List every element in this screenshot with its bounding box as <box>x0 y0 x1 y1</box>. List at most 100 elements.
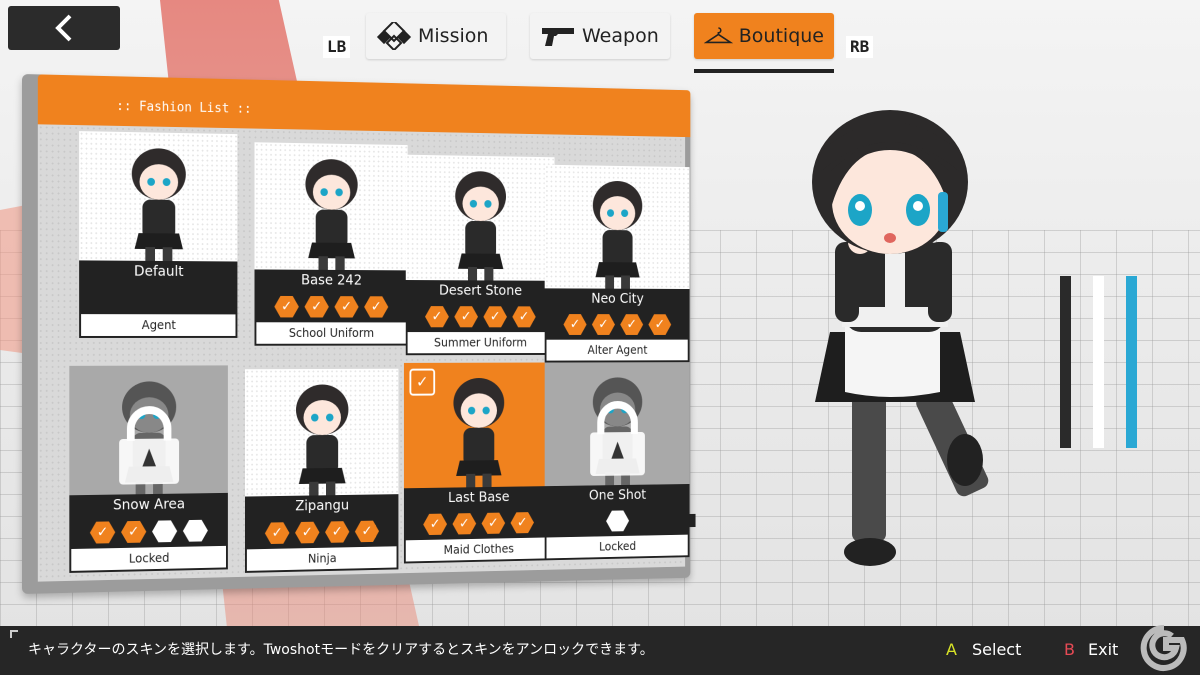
color-bar-blue <box>1126 276 1137 448</box>
fashion-name: Desert Stone <box>405 280 555 302</box>
fashion-card[interactable]: One Shot Locked <box>544 362 690 561</box>
tab-mission[interactable]: Mission <box>366 13 506 59</box>
b-button-icon: B <box>1064 640 1075 659</box>
fashion-card[interactable]: Default Agent <box>79 131 238 338</box>
tab-weapon[interactable]: Weapon <box>530 13 670 59</box>
rank-check-icon: ✓ <box>483 306 507 327</box>
rank-check-icon: ✓ <box>274 296 298 318</box>
fashion-portrait: ✓ <box>403 362 553 500</box>
panel-title: :: Fashion List :: <box>100 93 317 124</box>
fashion-type: Ninja <box>245 546 399 573</box>
rank-check-icon: ✓ <box>592 314 615 335</box>
fashion-card[interactable]: ✓ Last Base ✓ ✓ ✓ ✓ Maid Clothes <box>403 362 553 564</box>
fashion-name: Zipangu <box>245 494 399 519</box>
site-logo <box>1140 624 1187 671</box>
chibi-figure <box>296 384 349 508</box>
fashion-portrait <box>245 368 399 509</box>
color-bar-dark <box>1060 276 1071 448</box>
help-bar: キャラクターのスキンを選択します。Twoshotモードをクリアするとスキンをアン… <box>0 626 1200 675</box>
fashion-name: Last Base <box>403 486 553 510</box>
fashion-name: Snow Area <box>69 492 228 518</box>
rank-badges: ✓ ✓ ✓ ✓ <box>403 506 553 541</box>
exit-action[interactable]: Exit <box>1088 640 1118 659</box>
fashion-type: School Uniform <box>254 322 408 346</box>
scrollbar-thumb[interactable] <box>683 513 696 528</box>
rank-check-icon: ✓ <box>355 521 379 543</box>
fashion-list-panel: :: Fashion List :: DefaultAgent Base 242… <box>22 74 696 594</box>
fashion-type: Locked <box>69 545 228 573</box>
fashion-card[interactable]: Snow Area ✓ ✓ Locked <box>69 365 228 573</box>
fashion-name: Neo City <box>544 288 690 310</box>
rank-badges: ✓ ✓ ✓ ✓ <box>544 309 690 340</box>
rank-empty-icon <box>152 520 177 542</box>
fashion-card[interactable]: Base 242 ✓ ✓ ✓ ✓ School Uniform <box>254 142 408 346</box>
fashion-portrait <box>254 142 408 282</box>
back-button[interactable] <box>8 6 120 50</box>
equipped-check-icon: ✓ <box>409 368 436 396</box>
lock-icon <box>111 405 186 485</box>
rank-check-icon: ✓ <box>454 306 478 327</box>
character-preview <box>812 110 989 566</box>
rank-check-icon: ✓ <box>452 513 476 535</box>
fashion-name: Base 242 <box>254 269 408 292</box>
hanger-icon <box>704 27 733 44</box>
lb-bumper-hint: LB <box>323 36 351 58</box>
fashion-name: Default <box>79 260 238 284</box>
rank-check-icon: ✓ <box>334 296 358 317</box>
help-text: キャラクターのスキンを選択します。Twoshotモードをクリアするとスキンをアン… <box>28 642 654 658</box>
rank-check-icon: ✓ <box>482 513 506 534</box>
rank-check-icon: ✓ <box>425 306 449 327</box>
active-tab-indicator <box>694 69 834 73</box>
fashion-portrait <box>69 365 228 508</box>
select-action[interactable]: Select <box>972 640 1021 659</box>
rank-badges: ✓ ✓ <box>69 514 228 550</box>
fashion-card[interactable]: Desert Stone ✓ ✓ ✓ ✓ Summer Uniform <box>405 154 555 356</box>
tab-mission-label: Mission <box>418 25 489 47</box>
fashion-type: Alter Agent <box>544 339 690 363</box>
pistol-icon <box>542 28 574 46</box>
fashion-portrait <box>544 164 690 301</box>
rank-check-icon: ✓ <box>512 306 535 327</box>
fashion-card[interactable]: Neo City ✓ ✓ ✓ ✓ Alter Agent <box>544 164 690 363</box>
rank-check-icon: ✓ <box>364 296 388 317</box>
lock-icon <box>583 400 652 477</box>
rank-badges: ✓ ✓ ✓ ✓ <box>245 515 399 550</box>
rank-check-icon: ✓ <box>423 514 447 536</box>
tab-boutique-label: Boutique <box>738 25 824 47</box>
chibi-figure <box>131 147 186 273</box>
fashion-type: Maid Clothes <box>403 537 553 564</box>
mission-icon <box>376 22 412 50</box>
rank-check-icon: ✓ <box>511 512 534 533</box>
rank-check-icon: ✓ <box>563 314 586 335</box>
fashion-type: Locked <box>544 534 690 561</box>
rank-check-icon: ✓ <box>620 314 643 335</box>
rank-badges <box>544 504 690 538</box>
chibi-figure <box>455 170 507 292</box>
rb-bumper-hint: RB <box>846 36 874 58</box>
fashion-type: Agent <box>79 314 238 338</box>
fashion-portrait <box>405 154 555 293</box>
rank-badges: ✓ ✓ ✓ ✓ <box>254 290 408 323</box>
tab-boutique[interactable]: Boutique <box>694 13 834 59</box>
chibi-figure <box>305 158 358 282</box>
rank-empty-icon <box>606 510 629 531</box>
rank-check-icon: ✓ <box>648 314 671 335</box>
fashion-name: One Shot <box>544 483 690 508</box>
rank-check-icon: ✓ <box>325 521 349 543</box>
chevron-left-icon <box>55 14 72 42</box>
rank-badges: ✓ ✓ ✓ ✓ <box>405 301 555 333</box>
help-bar-corner <box>10 630 18 638</box>
a-button-icon: A <box>946 640 957 659</box>
fashion-portrait <box>544 362 690 498</box>
fashion-card[interactable]: Zipangu ✓ ✓ ✓ ✓ Ninja <box>245 368 399 573</box>
chibi-figure <box>453 377 505 499</box>
rank-badges <box>79 282 238 315</box>
rank-check-icon: ✓ <box>121 521 146 543</box>
rank-check-icon: ✓ <box>90 521 115 543</box>
fashion-type: Summer Uniform <box>405 332 555 356</box>
rank-check-icon: ✓ <box>265 522 290 544</box>
fashion-portrait <box>79 131 238 274</box>
chibi-figure <box>592 180 643 301</box>
rank-check-icon: ✓ <box>304 296 328 317</box>
rank-empty-icon <box>183 520 208 542</box>
